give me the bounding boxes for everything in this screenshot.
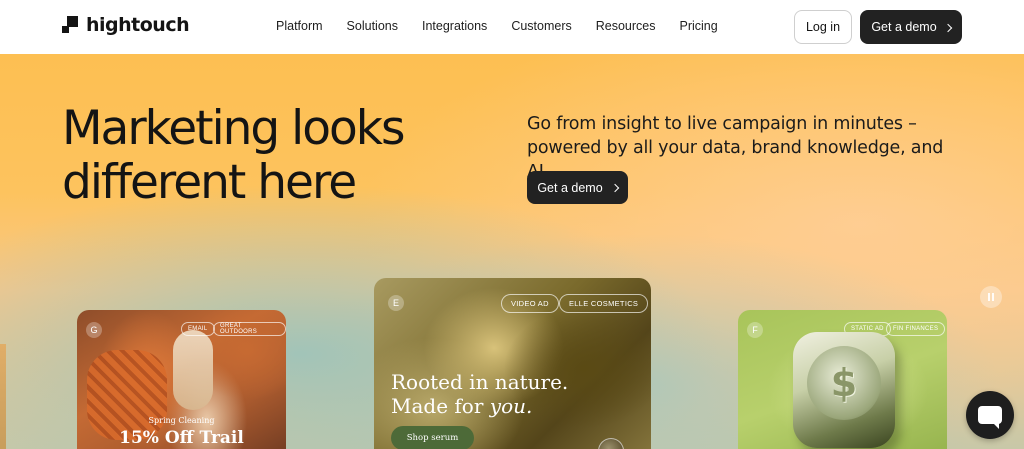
- chat-launcher-button[interactable]: [966, 391, 1014, 439]
- video-ad-card[interactable]: E VIDEO AD ELLE COSMETICS Rooted in natu…: [374, 278, 651, 449]
- serum-droplet-graphic: [598, 438, 624, 449]
- dollar-clock-graphic: $: [793, 332, 895, 448]
- clock-face-graphic: $: [807, 346, 881, 420]
- pause-icon-bar: [992, 293, 994, 301]
- shop-serum-button[interactable]: Shop serum: [391, 426, 474, 449]
- nav-link-pricing[interactable]: Pricing: [680, 19, 718, 33]
- card-headline: 15% Off Trail Essentials: [119, 428, 244, 449]
- card-avatar-letter: E: [388, 295, 404, 311]
- card-avatar-letter: G: [86, 322, 102, 338]
- nav-links: Platform Solutions Integrations Customer…: [276, 19, 718, 33]
- get-demo-hero-label: Get a demo: [537, 180, 603, 195]
- hightouch-logo[interactable]: hightouch: [62, 14, 190, 36]
- login-button[interactable]: Log in: [794, 10, 852, 44]
- hero-section: Marketing looks different here Go from i…: [0, 54, 1024, 449]
- card-kicker: Spring Cleaning: [148, 416, 215, 425]
- dollar-sign-icon: $: [830, 361, 858, 405]
- chip-email: EMAIL: [181, 322, 215, 336]
- get-demo-hero-button[interactable]: Get a demo: [527, 171, 628, 204]
- pause-carousel-button[interactable]: [980, 286, 1002, 308]
- hightouch-logo-mark-icon: [62, 16, 80, 34]
- card-avatar-letter: F: [747, 322, 763, 338]
- card-headline-line1: Rooted in nature.: [391, 370, 569, 394]
- chip-video-ad: VIDEO AD: [501, 294, 559, 313]
- nav-link-platform[interactable]: Platform: [276, 19, 323, 33]
- card-headline: Rooted in nature. Made for you.: [391, 370, 568, 418]
- nav-link-solutions[interactable]: Solutions: [347, 19, 398, 33]
- knit-sweater-graphic: [87, 350, 167, 440]
- email-campaign-card[interactable]: G EMAIL GREAT OUTDOORS Spring Cleaning 1…: [77, 310, 286, 449]
- pause-icon: [988, 293, 990, 301]
- chip-elle-cosmetics: ELLE COSMETICS: [559, 294, 649, 313]
- get-demo-nav-button[interactable]: Get a demo: [860, 10, 962, 44]
- chevron-right-icon: [943, 23, 952, 32]
- static-ad-card[interactable]: F STATIC AD FIN FINANCES $: [738, 310, 947, 449]
- hero-title-line2: different here: [62, 155, 357, 210]
- top-navigation: hightouch Platform Solutions Integration…: [0, 0, 1024, 54]
- hiker-figure-graphic: [173, 330, 213, 410]
- hero-title: Marketing looks different here: [62, 101, 405, 210]
- card-headline-line2-prefix: Made for: [391, 394, 490, 418]
- nav-link-customers[interactable]: Customers: [511, 19, 571, 33]
- chip-great-outdoors: GREAT OUTDOORS: [213, 322, 286, 336]
- login-button-label: Log in: [805, 20, 841, 34]
- card-headline-emphasis: you.: [489, 394, 533, 418]
- shop-serum-label: Shop serum: [406, 433, 459, 443]
- nav-link-integrations[interactable]: Integrations: [422, 19, 487, 33]
- nav-link-resources[interactable]: Resources: [596, 19, 656, 33]
- chip-fin-finances: FIN FINANCES: [886, 322, 946, 336]
- chat-bubble-icon: [978, 406, 1002, 429]
- get-demo-nav-label: Get a demo: [871, 20, 937, 34]
- brand-name: hightouch: [86, 14, 190, 36]
- edge-card-peek: [0, 344, 6, 449]
- hero-title-line1: Marketing looks: [62, 101, 405, 156]
- chevron-right-icon: [610, 183, 619, 193]
